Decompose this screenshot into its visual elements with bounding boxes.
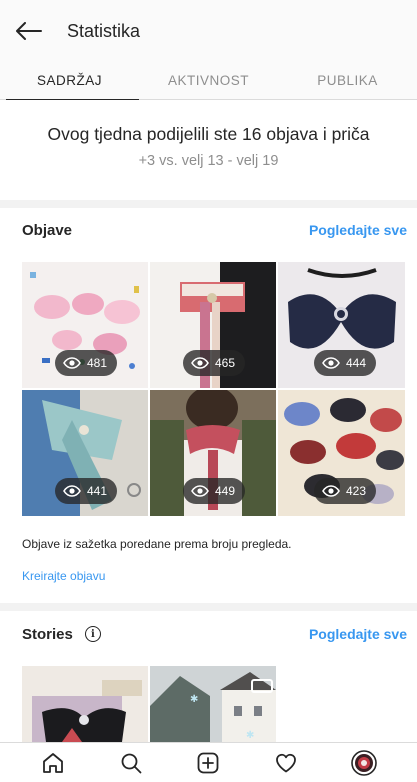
weekly-summary: Ovog tjedna podijelili ste 16 objava i p… bbox=[0, 100, 417, 200]
section-divider bbox=[0, 603, 417, 611]
home-icon[interactable] bbox=[36, 746, 70, 780]
eye-icon bbox=[191, 357, 209, 369]
eye-icon bbox=[322, 485, 340, 497]
heart-icon[interactable] bbox=[269, 746, 303, 780]
view-count-badge: 481 bbox=[55, 350, 118, 376]
view-count: 441 bbox=[87, 484, 108, 498]
view-count-badge: 449 bbox=[183, 478, 246, 504]
create-post-link[interactable]: Kreirajte objavu bbox=[22, 569, 105, 583]
eye-icon bbox=[191, 485, 209, 497]
section-divider bbox=[0, 200, 417, 208]
svg-text:✱: ✱ bbox=[190, 694, 198, 705]
add-post-icon[interactable] bbox=[191, 746, 225, 780]
bottom-nav bbox=[0, 742, 417, 782]
story-thumbnail[interactable]: ✱ ✱ bbox=[150, 666, 276, 742]
search-icon[interactable] bbox=[114, 746, 148, 780]
top-bar: Statistika bbox=[0, 0, 417, 62]
statistics-screen: Statistika SADRŽAJ AKTIVNOST PUBLIKA Ovo… bbox=[0, 0, 417, 782]
svg-text:✱: ✱ bbox=[246, 730, 254, 741]
stories-section-header: Stories i Pogledajte sve bbox=[0, 614, 417, 654]
posts-section-header: Objave Pogledajte sve bbox=[0, 210, 417, 250]
posts-title: Objave bbox=[22, 221, 73, 239]
stories-title-wrap: Stories i bbox=[22, 626, 101, 643]
summary-headline: Ovog tjedna podijelili ste 16 objava i p… bbox=[47, 124, 370, 144]
tab-activity[interactable]: AKTIVNOST bbox=[139, 62, 278, 99]
eye-icon bbox=[63, 357, 81, 369]
stories-see-all-link[interactable]: Pogledajte sve bbox=[309, 626, 407, 642]
posts-grid: 481 465 444 441 449 423 bbox=[22, 262, 405, 516]
story-thumbnail[interactable] bbox=[22, 666, 148, 742]
eye-icon bbox=[63, 485, 81, 497]
posts-see-all-link[interactable]: Pogledajte sve bbox=[309, 222, 407, 238]
view-count-badge: 423 bbox=[314, 478, 377, 504]
tab-content[interactable]: SADRŽAJ bbox=[0, 62, 139, 100]
stories-row: ✱ ✱ bbox=[22, 666, 282, 742]
view-count: 423 bbox=[346, 484, 367, 498]
post-thumbnail[interactable]: 423 bbox=[278, 390, 405, 516]
post-thumbnail[interactable]: 465 bbox=[150, 262, 276, 388]
tab-audience[interactable]: PUBLIKA bbox=[278, 62, 417, 99]
view-count: 481 bbox=[87, 356, 108, 370]
view-count-badge: 465 bbox=[183, 350, 246, 376]
eye-icon bbox=[322, 357, 340, 369]
post-thumbnail[interactable]: 449 bbox=[150, 390, 276, 516]
post-thumbnail[interactable]: 481 bbox=[22, 262, 148, 388]
summary-comparison: +3 vs. velj 13 - velj 19 bbox=[138, 153, 279, 169]
info-icon[interactable]: i bbox=[84, 626, 101, 642]
view-count-badge: 441 bbox=[55, 478, 118, 504]
page-title: Statistika bbox=[67, 20, 141, 41]
tab-bar: SADRŽAJ AKTIVNOST PUBLIKA bbox=[0, 62, 417, 100]
posts-sort-note: Objave iz sažetka poredane prema broju p… bbox=[22, 537, 292, 551]
view-count: 449 bbox=[215, 484, 236, 498]
post-thumbnail[interactable]: 441 bbox=[22, 390, 148, 516]
view-count: 465 bbox=[215, 356, 236, 370]
view-count: 444 bbox=[346, 356, 367, 370]
profile-avatar-icon[interactable] bbox=[347, 746, 381, 780]
view-count-badge: 444 bbox=[314, 350, 377, 376]
post-thumbnail[interactable]: 444 bbox=[278, 262, 405, 388]
stories-title: Stories bbox=[22, 625, 73, 643]
arrow-left-icon[interactable] bbox=[16, 19, 46, 43]
